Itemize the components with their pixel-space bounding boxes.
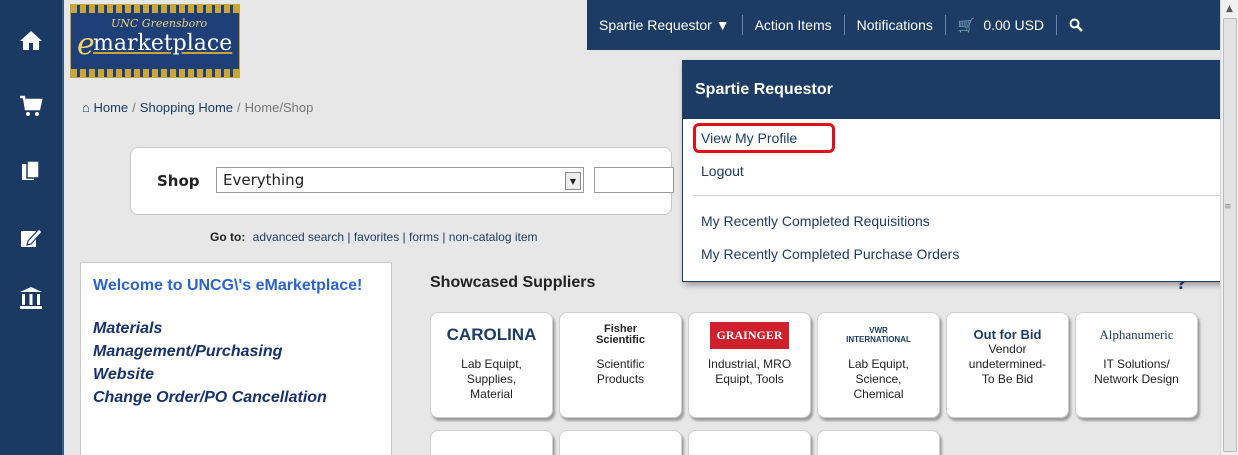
cart-amount: 0.00 USD xyxy=(983,17,1045,33)
logout-link[interactable]: Logout xyxy=(701,163,744,179)
breadcrumb: ⌂ Home / Shopping Home / Home/Shop xyxy=(82,100,314,115)
supplier-desc: Industrial, MRO Equipt, Tools xyxy=(707,357,792,386)
scrollbar-grip-icon: ≡ xyxy=(1224,202,1232,212)
goto-label: Go to: xyxy=(210,230,246,244)
carolina-logo: CAROLINA xyxy=(446,325,537,344)
home-small-icon: ⌂ xyxy=(82,100,90,115)
supplier-desc: Vendor undetermined- To Be Bid xyxy=(968,342,1047,386)
dropdown-header: Spartie Requestor xyxy=(683,61,1221,119)
supplier-tile[interactable] xyxy=(817,430,940,455)
supplier-tile-out-for-bid[interactable]: Out for Bid Vendor undetermined- To Be Bid xyxy=(946,312,1069,418)
recent-requisitions-link[interactable]: My Recently Completed Requisitions xyxy=(701,213,930,229)
showcase-title: Showcased Suppliers xyxy=(430,274,596,291)
supplier-tile[interactable] xyxy=(559,430,682,455)
cart-button[interactable]: 🛒 0.00 USD xyxy=(946,15,1058,35)
supplier-tile-grainger[interactable]: GRAINGER Industrial, MRO Equipt, Tools xyxy=(688,312,811,418)
welcome-link-website[interactable]: Website xyxy=(93,363,379,386)
dropdown-divider xyxy=(693,195,1221,196)
cart-small-icon: 🛒 xyxy=(957,16,976,33)
welcome-panel: Welcome to UNCG\'s eMarketplace! Materia… xyxy=(80,262,392,455)
supplier-tile[interactable] xyxy=(430,430,553,455)
welcome-title: Welcome to UNCG\'s eMarketplace! xyxy=(93,277,363,294)
fisher-logo: Fisher Scientific xyxy=(596,323,645,346)
institution-icon[interactable] xyxy=(19,286,43,310)
logo-border-top xyxy=(71,5,239,13)
shop-category-select[interactable]: Everything ▼ xyxy=(216,167,584,193)
vertical-scrollbar[interactable]: ▲ ≡ xyxy=(1220,0,1238,455)
supplier-desc: IT Solutions/Network Design xyxy=(1094,357,1179,386)
supplier-desc: Lab Equipt, Science, Chemical xyxy=(848,357,909,401)
main-content: e UNC Greensboro marketplace ⌂ Home / Shop… xyxy=(64,0,1221,455)
breadcrumb-shopping-home[interactable]: Shopping Home xyxy=(140,100,233,115)
supplier-tile-fisher[interactable]: Fisher Scientific Scientific Products xyxy=(559,312,682,418)
home-icon[interactable] xyxy=(19,28,43,52)
shop-search-box: Shop Everything ▼ xyxy=(130,147,674,215)
logo-marketplace: marketplace xyxy=(93,31,233,56)
supplier-tile-alphanumeric[interactable]: Alphanumeric IT Solutions/Network Design xyxy=(1075,312,1198,418)
shop-selected-value: Everything xyxy=(223,171,305,189)
chevron-down-icon[interactable]: ▼ xyxy=(565,172,581,190)
documents-icon[interactable] xyxy=(19,160,43,184)
supplier-tile-vwr[interactable]: VWR INTERNATIONAL Lab Equipt, Science, Che… xyxy=(817,312,940,418)
scroll-up-icon[interactable]: ▲ xyxy=(1221,0,1238,17)
user-dropdown-menu: Spartie Requestor View My Profile Logout… xyxy=(682,60,1221,282)
grainger-logo: GRAINGER xyxy=(710,321,789,349)
logo-border-bottom xyxy=(71,69,239,77)
supplier-tile[interactable] xyxy=(688,430,811,455)
edit-icon[interactable] xyxy=(19,226,43,250)
breadcrumb-current: Home/Shop xyxy=(244,100,314,115)
search-icon[interactable] xyxy=(1057,15,1095,35)
goto-links: Go to: advanced search | favorites | for… xyxy=(210,230,538,244)
out-for-bid-title: Out for Bid xyxy=(973,327,1042,342)
supplier-tile-carolina[interactable]: CAROLINA Lab Equipt, Supplies, Material xyxy=(430,312,553,418)
recent-purchase-orders-link[interactable]: My Recently Completed Purchase Orders xyxy=(701,246,959,262)
shop-label: Shop xyxy=(157,172,200,190)
alphanumeric-logo: Alphanumeric xyxy=(1099,327,1174,342)
breadcrumb-home[interactable]: Home xyxy=(93,100,128,115)
emarketplace-logo[interactable]: e UNC Greensboro marketplace xyxy=(70,4,240,78)
supplier-desc: Scientific Products xyxy=(596,357,645,386)
goto-link-list[interactable]: advanced search | favorites | forms | no… xyxy=(253,230,538,244)
view-my-profile-link[interactable]: View My Profile xyxy=(701,130,797,146)
vwr-logo: VWR INTERNATIONAL xyxy=(846,326,911,344)
search-input[interactable] xyxy=(594,167,674,193)
top-navigation-bar: Spartie Requestor ▼ Action Items Notific… xyxy=(587,0,1221,50)
cart-icon[interactable] xyxy=(19,94,43,118)
welcome-link-change-order[interactable]: Change Order/PO Cancellation xyxy=(93,386,379,409)
user-menu-toggle[interactable]: Spartie Requestor ▼ xyxy=(587,15,743,35)
scrollbar-thumb[interactable] xyxy=(1223,18,1237,452)
left-sidebar xyxy=(0,0,64,455)
logo-university: UNC Greensboro xyxy=(111,17,208,30)
welcome-link-materials[interactable]: Materials xyxy=(93,317,379,340)
notifications-link[interactable]: Notifications xyxy=(845,15,946,35)
supplier-desc: Lab Equipt, Supplies, Material xyxy=(461,357,522,401)
showcased-suppliers: Showcased Suppliers ? CAROLINA Lab Equip… xyxy=(418,266,1198,455)
action-items-link[interactable]: Action Items xyxy=(743,15,845,35)
welcome-link-management[interactable]: Management/Purchasing xyxy=(93,340,379,363)
